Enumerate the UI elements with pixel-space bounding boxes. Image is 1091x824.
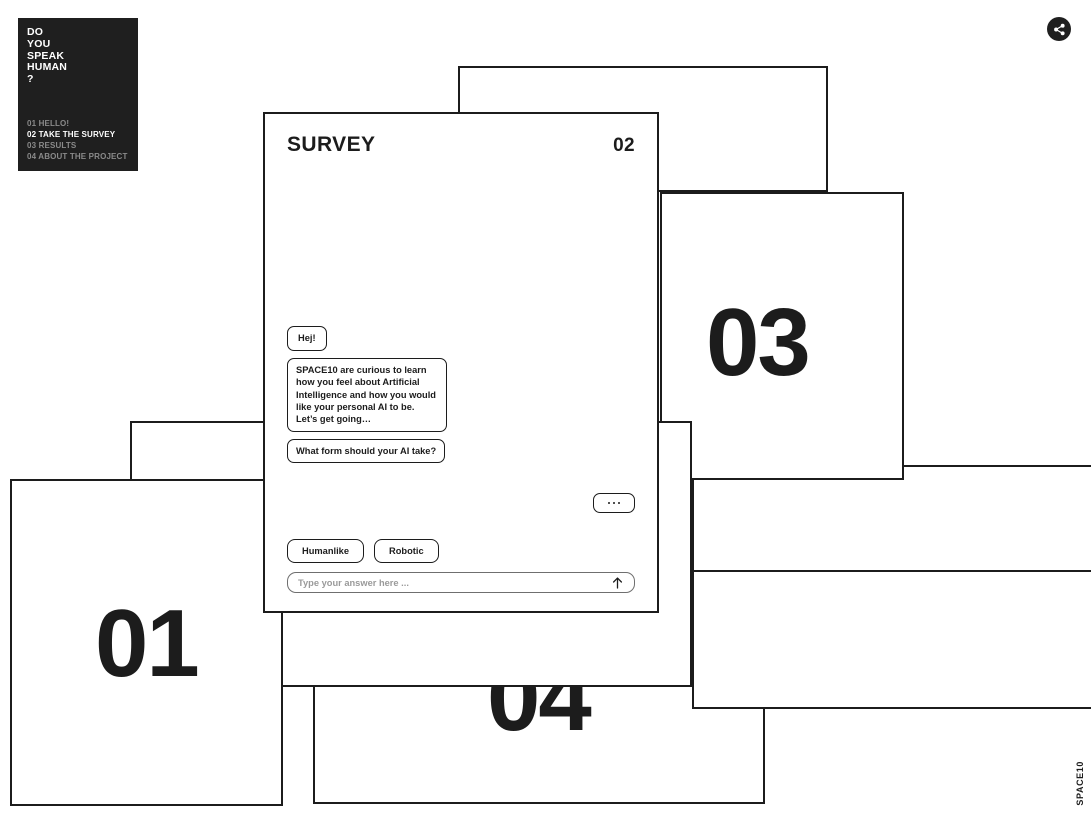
- nav-item-survey[interactable]: 02 TAKE THE SURVEY: [27, 129, 128, 140]
- nav-item-hello[interactable]: 01 HELLO!: [27, 118, 128, 129]
- page-canvas: 04 03 01 SURVEY 02 Hej! SPACE10 are curi…: [0, 0, 1091, 824]
- share-button[interactable]: [1047, 17, 1071, 41]
- typing-indicator[interactable]: ...: [593, 493, 635, 513]
- chat-message-bubble: What form should your AI take?: [287, 438, 446, 463]
- typing-dot-1: [607, 501, 611, 505]
- survey-index-number: 02: [613, 135, 635, 156]
- card-number-03: 03: [706, 289, 811, 396]
- typing-dot-2: [612, 501, 616, 505]
- brand-nav-panel: DO YOU SPEAK HUMAN ? 01 HELLO! 02 TAKE T…: [18, 18, 138, 171]
- typing-indicator-row: ...: [287, 493, 635, 513]
- answer-input-field[interactable]: [287, 572, 635, 593]
- answer-zone: Humanlike Robotic: [265, 539, 657, 611]
- choice-chip-row: Humanlike Robotic: [287, 539, 635, 563]
- background-card-right[interactable]: [692, 570, 1091, 709]
- answer-input[interactable]: [298, 577, 611, 588]
- survey-title: SURVEY: [287, 133, 376, 156]
- typing-dot-3: [617, 501, 621, 505]
- share-icon: [1053, 23, 1066, 36]
- chat-message-bubble: SPACE10 are curious to learn how you fee…: [287, 357, 447, 432]
- nav-item-results[interactable]: 03 RESULTS: [27, 140, 128, 151]
- card-number-01: 01: [95, 590, 200, 697]
- space10-wordmark: SPACE10: [1075, 761, 1085, 806]
- choice-chip-humanlike[interactable]: Humanlike: [287, 539, 365, 563]
- survey-header: SURVEY 02: [265, 114, 657, 157]
- site-title: DO YOU SPEAK HUMAN ?: [27, 26, 68, 85]
- arrow-up-icon[interactable]: [611, 576, 624, 589]
- choice-chip-robotic[interactable]: Robotic: [374, 539, 439, 563]
- chat-transcript: Hej! SPACE10 are curious to learn how yo…: [265, 157, 657, 539]
- survey-card: SURVEY 02 Hej! SPACE10 are curious to le…: [263, 112, 659, 613]
- chat-message-bubble: Hej!: [287, 326, 327, 351]
- nav-item-about[interactable]: 04 ABOUT THE PROJECT: [27, 151, 128, 162]
- main-nav: 01 HELLO! 02 TAKE THE SURVEY 03 RESULTS …: [27, 118, 128, 162]
